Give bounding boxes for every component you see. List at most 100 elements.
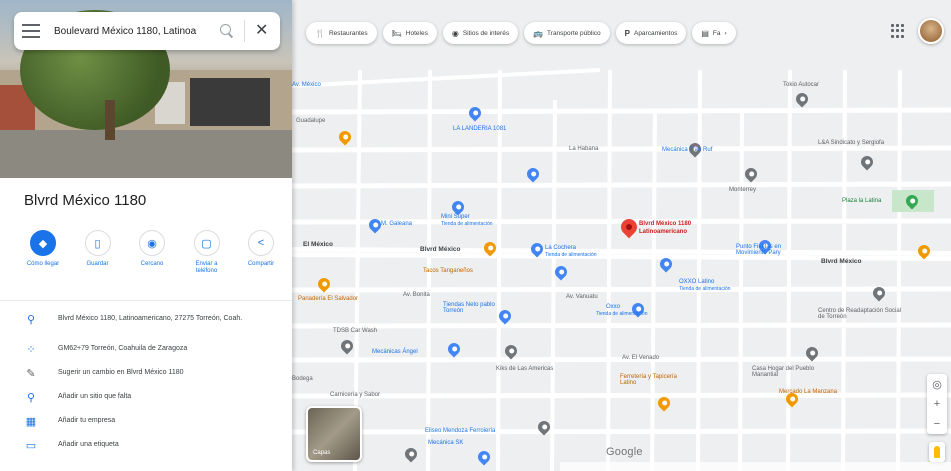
chip-label: Aparcamientos xyxy=(633,29,678,37)
map-label: OXXO Latino xyxy=(679,279,715,285)
save-button[interactable]: ▯ Guardar xyxy=(77,230,119,275)
more-icon: ▤ xyxy=(701,28,709,38)
google-apps-icon[interactable] xyxy=(891,24,905,38)
chip-label: Transporte público xyxy=(547,29,601,37)
action-label: Cómo llegar xyxy=(26,261,60,267)
my-location-icon[interactable]: ◎ xyxy=(927,374,947,394)
chip-hotels[interactable]: 🛏 Hoteles xyxy=(382,22,437,44)
action-label: Compartir xyxy=(247,261,275,267)
address-text: Blvrd México 1180, Latinoamericano, 2727… xyxy=(58,315,243,323)
add-label-text: Añadir una etiqueta xyxy=(58,441,119,449)
map-label: LA LANDERIA 1081 xyxy=(453,126,507,132)
map-label: Guadalupe xyxy=(296,118,326,124)
map-label: Centro de Readaptación Social de Torreón xyxy=(818,308,902,320)
chip-restaurants[interactable]: 🍴 Restaurantes xyxy=(306,22,377,44)
parking-icon: P xyxy=(624,28,630,38)
map-footer xyxy=(560,462,951,471)
map-label: Oxxo xyxy=(606,304,621,310)
google-logo: Google xyxy=(606,446,643,458)
search-icon[interactable] xyxy=(220,24,234,38)
action-label: Cercano xyxy=(140,261,164,267)
pegman-icon[interactable] xyxy=(929,442,945,462)
category-chips: 🍴 Restaurantes 🛏 Hoteles ◉ Sitios de int… xyxy=(306,22,736,44)
location-pin-icon: ⚲ xyxy=(26,313,36,326)
zoom-controls: ◎ + − xyxy=(927,374,947,434)
layers-button[interactable]: Capas xyxy=(306,406,362,462)
map-label: Mecánicas Ángel xyxy=(372,349,418,355)
search-input[interactable] xyxy=(54,25,214,37)
map-label: Tokio Autocar xyxy=(783,82,820,88)
camera-icon: ◉ xyxy=(451,28,459,38)
close-icon[interactable]: ✕ xyxy=(255,23,268,39)
chip-transit[interactable]: 🚌 Transporte público xyxy=(524,22,610,44)
maps-app: LA LANDERIA 1081 Tokio Autocar L&A Sindi… xyxy=(0,0,951,471)
nearby-button[interactable]: ◉ Cercano xyxy=(131,230,173,275)
map-label: Carnicería y Sabor xyxy=(330,392,381,398)
map-label: Mecánica Tran Ruf xyxy=(662,147,713,153)
map-label: Tienda de alimentación xyxy=(545,252,597,258)
map-label: L&A Sindicato y Sergiofa xyxy=(818,140,885,146)
nearby-icon: ◉ xyxy=(139,230,165,256)
chip-label: Sitios de interés xyxy=(462,29,510,37)
add-label-row[interactable]: ▭ Añadir una etiqueta xyxy=(0,433,292,457)
add-business-text: Añadir tu empresa xyxy=(58,417,116,425)
map-label: Av. Bonita xyxy=(403,292,430,298)
hamburger-menu-icon[interactable] xyxy=(22,24,40,38)
plus-code-icon: ⁘ xyxy=(26,343,36,356)
send-to-phone-button[interactable]: ▢ Enviar a teléfono xyxy=(186,230,228,275)
action-buttons: ◆ Cómo llegar ▯ Guardar ◉ Cercano ▢ Envi… xyxy=(22,230,282,275)
directions-icon: ◆ xyxy=(30,230,56,256)
map-label: La Habana xyxy=(569,146,599,152)
action-label: Enviar a teléfono xyxy=(195,261,218,275)
map-label: La Cochera xyxy=(545,245,577,251)
map-label: Av. México xyxy=(292,82,321,88)
suggest-edit-row[interactable]: ✎ Sugerir un cambio en Blvrd México 1180 xyxy=(0,361,292,385)
avatar[interactable] xyxy=(918,18,944,44)
add-business-row[interactable]: ▦ Añadir tu empresa xyxy=(0,409,292,433)
chip-parking[interactable]: P Aparcamientos xyxy=(615,22,687,44)
address-row[interactable]: ⚲ Blvrd México 1180, Latinoamericano, 27… xyxy=(0,301,292,337)
search-box: ✕ xyxy=(14,12,280,50)
map-label: Blvrd México xyxy=(420,246,461,253)
place-panel: ✕ Blvrd México 1180 ◆ Cómo llegar ▯ Guar… xyxy=(0,0,292,471)
map-label: Mini Super xyxy=(441,214,470,220)
map-label: Mecánica SK xyxy=(428,440,464,446)
map-label: Punto Fiestas en Movimiento Pary xyxy=(736,244,782,256)
share-button[interactable]: < Compartir xyxy=(240,230,282,275)
info-list: ⚲ Blvrd México 1180, Latinoamericano, 27… xyxy=(0,300,292,457)
restaurant-icon: 🍴 xyxy=(315,28,325,38)
map-label: Av. El Venado xyxy=(622,355,660,361)
map-label: Eliseo Mendoza Ferroiería xyxy=(425,428,496,434)
map-label: Bodega xyxy=(292,376,313,382)
pencil-icon: ✎ xyxy=(26,367,36,380)
chip-more[interactable]: ▤ Fa › xyxy=(692,22,736,44)
plus-code-text: GM62+79 Torreón, Coahuila de Zaragoza xyxy=(58,345,188,353)
zoom-out-button[interactable]: − xyxy=(927,414,947,434)
map-label: Tienda de alimentación xyxy=(679,286,731,292)
map-label: Tacos Tanganeños xyxy=(423,268,473,274)
phone-icon: ▢ xyxy=(193,230,220,256)
map-label: Mercado La Manzana xyxy=(779,389,838,395)
chip-label: Hoteles xyxy=(405,29,428,37)
map-label: M. Galeana xyxy=(381,221,413,227)
map-label: Tienda de alimentación xyxy=(596,311,648,317)
hotel-icon: 🛏 xyxy=(391,28,402,38)
map-label: Panadería El Salvador xyxy=(298,296,359,302)
map-label: Ferretería y Tapicería Latino xyxy=(620,374,677,386)
chip-sights[interactable]: ◉ Sitios de interés xyxy=(442,22,519,44)
directions-button[interactable]: ◆ Cómo llegar xyxy=(22,230,64,275)
map-label: TDSB Car Wash xyxy=(333,328,378,334)
plus-code-row[interactable]: ⁘ GM62+79 Torreón, Coahuila de Zaragoza xyxy=(0,337,292,361)
selected-location-label: Blvrd México 1180 Latinoamericano xyxy=(639,221,692,235)
map-label: El México xyxy=(303,241,333,248)
transit-icon: 🚌 xyxy=(533,28,544,38)
action-label: Guardar xyxy=(86,261,109,267)
add-place-row[interactable]: ⚲ Añadir un sitio que falta xyxy=(0,385,292,409)
zoom-in-button[interactable]: + xyxy=(927,394,947,414)
bookmark-icon: ▯ xyxy=(84,230,111,256)
add-place-icon: ⚲ xyxy=(26,391,36,404)
map-label: Plaza la Latina xyxy=(842,198,882,204)
map-label: Tienda de alimentación xyxy=(441,221,493,227)
chip-label: Restaurantes xyxy=(328,29,368,37)
chevron-right-icon[interactable]: › xyxy=(725,30,727,37)
